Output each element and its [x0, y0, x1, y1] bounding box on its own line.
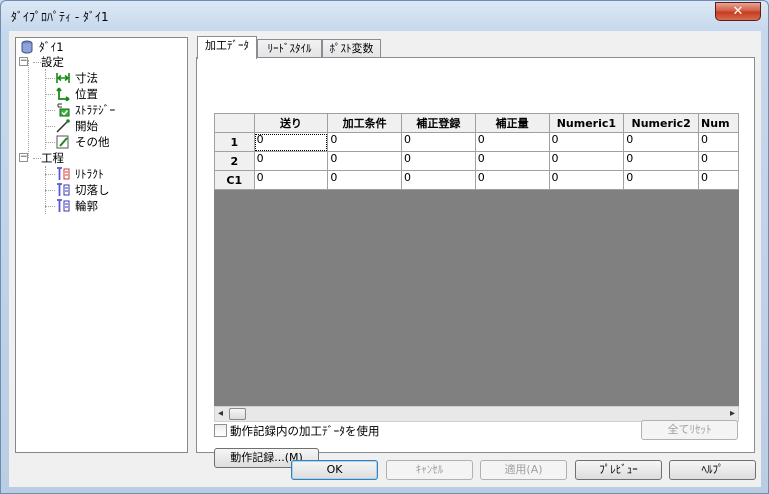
tree-label-settings: 設定: [41, 55, 64, 69]
tree-label-root: ﾀﾞｲ1: [39, 40, 64, 54]
column-header[interactable]: Num: [698, 113, 739, 133]
grid-cell[interactable]: 0: [698, 132, 739, 152]
grid-cell[interactable]: 0: [623, 132, 700, 152]
grid-cell[interactable]: 0: [548, 132, 625, 152]
dialog-client: ﾀﾞｲ1 − 設定 寸法 位置 ｽﾄﾗﾃｼﾞｰ 開始 その他 − 工程 ﾘﾄﾗｸ…: [9, 31, 761, 487]
grid-cell[interactable]: 0: [253, 132, 329, 152]
table-row: 2 0 0 0 0 0 0 0: [214, 151, 739, 171]
tree-line: [33, 62, 41, 63]
tab-post-variables[interactable]: ﾎﾟｽﾄ変数: [322, 39, 381, 59]
window-title: ﾀﾞｲﾌﾟﾛﾊﾟﾃｨ - ﾀﾞｲ1: [11, 10, 109, 24]
tree-line: [45, 78, 55, 79]
tab-content: 送り 加工条件 補正登録 補正量 Numeric1 Numeric2 Num 1: [196, 57, 755, 468]
grid-cell[interactable]: 0: [474, 170, 550, 190]
data-grid[interactable]: 送り 加工条件 補正登録 補正量 Numeric1 Numeric2 Num 1: [214, 113, 739, 406]
grid-corner-cell[interactable]: [214, 113, 255, 133]
column-header[interactable]: 送り: [253, 113, 329, 133]
table-row: C1 0 0 0 0 0 0 0: [214, 170, 739, 190]
position-icon: [56, 87, 70, 101]
retract-icon: [57, 167, 70, 180]
tree-line: [45, 110, 55, 111]
grid-cell[interactable]: 0: [623, 170, 700, 190]
tree-line: [45, 174, 55, 175]
tab-machining-data[interactable]: 加工ﾃﾞｰﾀ: [197, 36, 257, 59]
tree-panel: ﾀﾞｲ1 − 設定 寸法 位置 ｽﾄﾗﾃｼﾞｰ 開始 その他 − 工程 ﾘﾄﾗｸ…: [15, 37, 188, 453]
grid-cell[interactable]: 0: [623, 151, 700, 171]
cancel-button[interactable]: ｷｬﾝｾﾙ: [386, 460, 473, 480]
grid-cell[interactable]: 0: [327, 170, 403, 190]
grid-cell[interactable]: 0: [327, 151, 403, 171]
grid-header-row: 送り 加工条件 補正登録 補正量 Numeric1 Numeric2 Num: [214, 113, 739, 133]
row-header[interactable]: 1: [214, 132, 255, 152]
tree-line: [45, 190, 55, 191]
preview-button[interactable]: ﾌﾟﾚﾋﾞｭｰ: [575, 460, 662, 480]
tree-item-settings[interactable]: 設定: [41, 54, 64, 70]
tree-label-process: 工程: [41, 151, 64, 165]
tree-item-process[interactable]: 工程: [41, 150, 64, 166]
grid-cell[interactable]: 0: [253, 170, 329, 190]
table-row: 1 0 0 0 0 0 0 0: [214, 132, 739, 152]
collapse-icon[interactable]: −: [19, 57, 28, 66]
tree-label: 位置: [75, 87, 98, 101]
tree-line: [33, 158, 41, 159]
grid-cell[interactable]: 0: [548, 151, 625, 171]
ok-button[interactable]: OK: [291, 460, 378, 480]
edit-icon: [56, 135, 69, 149]
apply-button[interactable]: 適用(A): [480, 460, 567, 480]
dimension-icon: [56, 73, 70, 83]
grid-cell[interactable]: 0: [698, 151, 739, 171]
tree-label: 輪郭: [75, 199, 98, 213]
tree-line: [45, 69, 46, 149]
scroll-right-icon[interactable]: ▸: [730, 407, 735, 421]
column-header[interactable]: Numeric1: [548, 113, 625, 133]
grid-cell[interactable]: 0: [401, 151, 476, 171]
grid-cell[interactable]: 0: [548, 170, 625, 190]
column-header[interactable]: 補正登録: [401, 113, 476, 133]
grid-cell[interactable]: 0: [253, 151, 329, 171]
tree-line: [45, 94, 55, 95]
grid-cell[interactable]: 0: [327, 132, 403, 152]
tree-line: [45, 206, 55, 207]
strategy-icon: [57, 103, 70, 117]
tree-label: 開始: [75, 119, 98, 133]
dialog-window: ﾀﾞｲﾌﾟﾛﾊﾟﾃｨ - ﾀﾞｲ1 ✕ ﾀﾞｲ1 − 設定 寸法 位置 ｽﾄﾗﾃ…: [0, 0, 769, 494]
row-header[interactable]: C1: [214, 170, 255, 190]
contour-icon: [57, 199, 70, 212]
tree-label: ｽﾄﾗﾃｼﾞｰ: [75, 103, 116, 117]
column-header[interactable]: Numeric2: [623, 113, 700, 133]
tree-line: [28, 60, 29, 158]
grid-cell[interactable]: 0: [401, 170, 476, 190]
row-header[interactable]: 2: [214, 151, 255, 171]
start-icon: [56, 119, 70, 133]
tree-line: [45, 142, 55, 143]
grid-cell[interactable]: 0: [698, 170, 739, 190]
use-recorded-data-label[interactable]: 動作記録内の加工ﾃﾞｰﾀを使用: [230, 424, 380, 438]
tab-lead-style[interactable]: ﾘｰﾄﾞｽﾀｲﾙ: [257, 39, 322, 59]
scroll-thumb[interactable]: [229, 408, 246, 420]
tree-line: [45, 126, 55, 127]
tree-label: 寸法: [75, 71, 98, 85]
reset-all-button[interactable]: 全てﾘｾｯﾄ: [641, 420, 738, 440]
tree-label: 切落し: [75, 183, 110, 197]
collapse-icon[interactable]: −: [19, 153, 28, 162]
close-button[interactable]: ✕: [715, 2, 761, 21]
database-icon: [21, 40, 33, 54]
tree-label: その他: [75, 135, 110, 149]
grid-table: 送り 加工条件 補正登録 補正量 Numeric1 Numeric2 Num 1: [214, 113, 739, 190]
title-bar[interactable]: ﾀﾞｲﾌﾟﾛﾊﾟﾃｨ - ﾀﾞｲ1 ✕: [1, 1, 768, 31]
column-header[interactable]: 補正量: [474, 113, 550, 133]
grid-cell[interactable]: 0: [474, 151, 550, 171]
help-button[interactable]: ﾍﾙﾌﾟ: [669, 460, 756, 480]
grid-cell[interactable]: 0: [401, 132, 476, 152]
use-recorded-data-checkbox[interactable]: [214, 424, 227, 437]
grid-cell[interactable]: 0: [474, 132, 550, 152]
scroll-left-icon[interactable]: ◂: [218, 407, 223, 421]
cutoff-icon: [57, 183, 70, 196]
tree-label: ﾘﾄﾗｸﾄ: [75, 167, 104, 181]
column-header[interactable]: 加工条件: [327, 113, 403, 133]
